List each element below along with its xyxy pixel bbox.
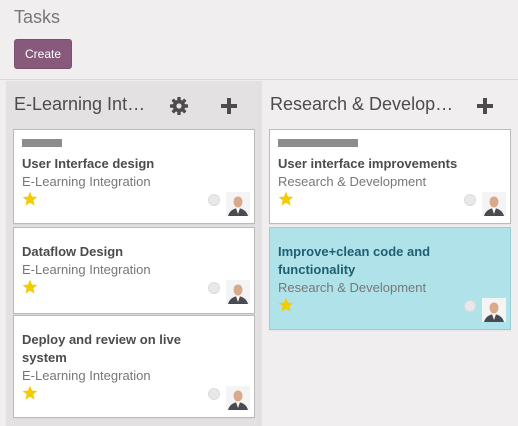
status-dot[interactable] <box>208 282 220 294</box>
color-bar <box>22 139 62 147</box>
status-dot[interactable] <box>208 388 220 400</box>
avatar <box>482 298 506 322</box>
control-panel: Tasks Create <box>0 0 518 80</box>
card-title: Improve+clean code and <box>278 244 431 259</box>
kanban-card[interactable]: Dataflow Design E-Learning Integration <box>13 227 255 314</box>
card-title: Deploy and review on live <box>22 332 181 347</box>
create-button[interactable]: Create <box>14 39 72 69</box>
status-dot[interactable] <box>208 194 220 206</box>
star-icon[interactable] <box>22 385 38 401</box>
card-title: User Interface design <box>22 156 155 171</box>
card-title-line-2: functionality <box>278 262 356 277</box>
plus-icon[interactable] <box>474 95 496 117</box>
kanban-card[interactable]: Deploy and review on live system E-Learn… <box>13 315 255 418</box>
kanban-card[interactable]: User Interface design E-Learning Integra… <box>13 129 255 224</box>
kanban-card[interactable]: User interface improvements Research & D… <box>269 129 511 224</box>
card-title: Dataflow Design <box>22 244 124 259</box>
avatar <box>226 280 250 304</box>
card-title-line-2: system <box>22 350 67 365</box>
star-icon[interactable] <box>22 279 38 295</box>
column-title[interactable]: Research & Development <box>270 94 456 115</box>
star-icon[interactable] <box>278 191 294 207</box>
kanban-column-research: Research & Development User interface im… <box>262 81 518 426</box>
card-title: User interface improvements <box>278 156 458 171</box>
status-dot[interactable] <box>464 300 476 312</box>
gear-icon[interactable] <box>168 95 190 117</box>
kanban-card-selected[interactable]: Improve+clean code and functionality Res… <box>269 227 511 330</box>
avatar <box>226 192 250 216</box>
card-project: E-Learning Integration <box>22 174 151 189</box>
status-dot[interactable] <box>464 194 476 206</box>
column-header: Research & Development <box>262 81 518 127</box>
column-title[interactable]: E-Learning Integration <box>14 94 150 115</box>
card-project: Research & Development <box>278 280 427 295</box>
star-icon[interactable] <box>22 191 38 207</box>
color-bar <box>278 139 358 147</box>
avatar <box>482 192 506 216</box>
avatar <box>226 386 250 410</box>
card-project: Research & Development <box>278 174 427 189</box>
star-icon[interactable] <box>278 297 294 313</box>
card-project: E-Learning Integration <box>22 368 151 383</box>
plus-icon[interactable] <box>218 95 240 117</box>
breadcrumb: Tasks <box>14 7 61 27</box>
column-header: E-Learning Integration <box>6 81 262 127</box>
kanban-column-e-learning: E-Learning Integration <box>6 81 262 426</box>
card-project: E-Learning Integration <box>22 262 151 277</box>
